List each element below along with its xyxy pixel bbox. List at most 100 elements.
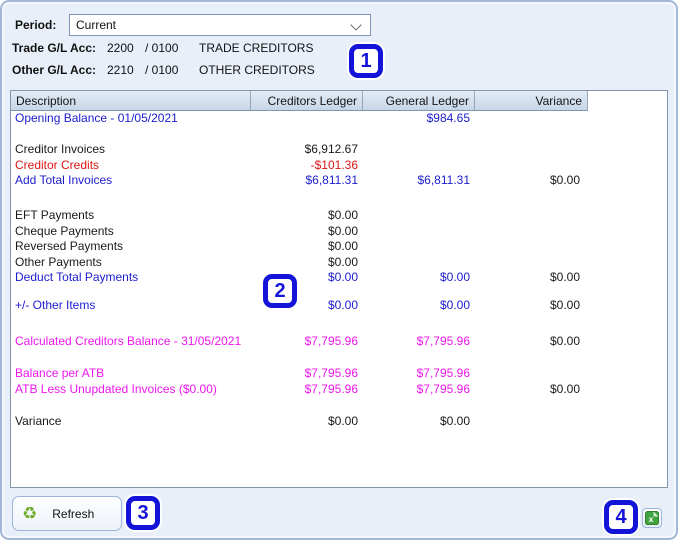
general-ledger-value	[363, 224, 475, 240]
trade-gl-account-subcode: / 0100	[145, 41, 179, 55]
table-row[interactable]: Creditor Credits -$101.36	[11, 158, 667, 174]
table-row[interactable]: Creditor Invoices $6,912.67	[11, 142, 667, 158]
table-spacer-row	[11, 350, 667, 367]
refresh-button[interactable]: ♻ Refresh	[12, 496, 122, 531]
other-gl-account-code: 2210	[107, 63, 134, 77]
row-label: Creditor Invoices	[15, 142, 106, 156]
variance-value	[475, 414, 588, 430]
variance-value	[475, 111, 588, 127]
general-ledger-value	[363, 239, 475, 255]
row-label: Balance per ATB	[15, 366, 105, 380]
variance-value	[475, 366, 588, 382]
variance-value: $0.00	[549, 334, 580, 348]
general-ledger-value	[363, 255, 475, 271]
row-label: Deduct Total Payments	[15, 270, 139, 284]
row-label: Variance	[15, 414, 62, 428]
variance-value	[475, 158, 588, 174]
table-row[interactable]: Opening Balance - 01/05/2021 $984.65	[11, 111, 667, 127]
creditors-ledger-value: $7,795.96	[304, 381, 358, 396]
variance-value	[475, 142, 588, 158]
general-ledger-value	[363, 208, 475, 224]
table-spacer-row	[11, 314, 667, 335]
variance-value	[475, 239, 588, 255]
excel-icon: x	[645, 511, 659, 525]
creditors-ledger-value: $6,811.31	[305, 173, 359, 187]
svg-text:x: x	[649, 514, 654, 524]
variance-value: $0.00	[549, 298, 580, 312]
creditors-ledger-value: $0.00	[327, 254, 358, 269]
table-row[interactable]: Add Total Invoices $6,811.31 $6,811.31 $0.0…	[11, 173, 667, 189]
chevron-down-icon	[350, 19, 362, 31]
trade-gl-account-label: Trade G/L Acc:	[12, 41, 97, 55]
general-ledger-value: $0.00	[439, 414, 470, 428]
creditors-ledger-value: $0.00	[327, 239, 358, 253]
general-ledger-value: $7,795.96	[416, 381, 470, 396]
period-label: Period:	[15, 18, 57, 32]
variance-value	[475, 255, 588, 271]
table-spacer-row	[11, 127, 667, 143]
header-creditors-ledger[interactable]: Creditors Ledger	[251, 91, 363, 111]
variance-value	[475, 224, 588, 240]
other-gl-account-label: Other G/L Acc:	[12, 63, 97, 77]
table-row[interactable]: ATB Less Unupdated Invoices ($0.00) $7,79…	[11, 382, 667, 398]
table-row[interactable]: Calculated Creditors Balance - 31/05/202…	[11, 334, 667, 350]
variance-value: $0.00	[549, 381, 580, 396]
creditors-reconciliation-window: Period: Current Trade G/L Acc: 2200 / 01…	[0, 0, 678, 540]
creditors-ledger-value: $7,795.96	[304, 366, 358, 380]
recycle-icon: ♻	[22, 504, 38, 523]
table-row[interactable]: Variance $0.00 $0.00	[11, 414, 667, 430]
variance-value	[475, 208, 588, 224]
header-general-ledger[interactable]: General Ledger	[363, 91, 475, 111]
row-label: Creditor Credits	[15, 157, 100, 172]
som-marker-4: 4	[604, 500, 638, 534]
excel-export-button[interactable]: x	[642, 508, 662, 528]
creditors-ledger-value: $6,912.67	[304, 142, 358, 156]
general-ledger-value	[363, 142, 475, 158]
period-dropdown-value: Current	[76, 18, 117, 32]
trade-gl-account-code: 2200	[107, 41, 134, 55]
general-ledger-value: $6,811.31	[417, 173, 471, 187]
creditors-ledger-value: -$101.36	[310, 157, 358, 172]
trade-gl-account-name: TRADE CREDITORS	[199, 41, 314, 55]
refresh-button-label: Refresh	[52, 506, 95, 521]
reconciliation-table: Description Creditors Ledger General Led…	[10, 90, 668, 488]
table-spacer-row	[11, 189, 667, 209]
table-row[interactable]: Reversed Payments $0.00	[11, 239, 667, 255]
table-body: Opening Balance - 01/05/2021 $984.65 Credi…	[11, 111, 667, 487]
table-header-row: Description Creditors Ledger General Led…	[11, 91, 667, 111]
creditors-ledger-value: $0.00	[327, 223, 358, 238]
general-ledger-value: $0.00	[439, 270, 470, 284]
row-label: Other Payments	[15, 254, 102, 269]
general-ledger-value	[363, 158, 475, 174]
other-gl-account-name: OTHER CREDITORS	[199, 63, 315, 77]
table-spacer-row	[11, 286, 667, 299]
other-gl-account-subcode: / 0100	[145, 63, 179, 77]
table-row[interactable]: EFT Payments $0.00	[11, 208, 667, 224]
table-spacer-row	[11, 397, 667, 414]
row-label: Calculated Creditors Balance - 31/05/202…	[15, 334, 242, 348]
som-marker-3: 3	[126, 496, 160, 530]
table-row[interactable]: Balance per ATB $7,795.96 $7,795.96	[11, 366, 667, 382]
general-ledger-value: $7,795.96	[416, 366, 470, 380]
row-label: Opening Balance - 01/05/2021	[15, 111, 178, 125]
row-label: Cheque Payments	[15, 223, 114, 238]
row-label: Reversed Payments	[15, 239, 124, 253]
table-row[interactable]: Deduct Total Payments $0.00 $0.00 $0.00	[11, 270, 667, 286]
creditors-ledger-value	[251, 111, 363, 127]
table-row[interactable]: Cheque Payments $0.00	[11, 224, 667, 240]
creditors-ledger-value: $0.00	[327, 208, 358, 222]
creditors-ledger-value: $0.00	[327, 414, 358, 428]
general-ledger-value: $7,795.96	[416, 334, 470, 348]
variance-value: $0.00	[549, 270, 580, 284]
som-marker-1: 1	[349, 44, 383, 78]
general-ledger-value: $0.00	[439, 298, 470, 312]
header-filler	[588, 91, 667, 111]
header-description[interactable]: Description	[11, 91, 251, 111]
creditors-ledger-value: $7,795.96	[304, 334, 358, 348]
table-row[interactable]: +/- Other Items $0.00 $0.00 $0.00	[11, 298, 667, 314]
row-label: +/- Other Items	[15, 298, 96, 312]
period-dropdown[interactable]: Current	[69, 14, 371, 36]
table-row[interactable]: Other Payments $0.00	[11, 255, 667, 271]
row-label: ATB Less Unupdated Invoices ($0.00)	[15, 381, 217, 396]
header-variance[interactable]: Variance	[475, 91, 588, 111]
